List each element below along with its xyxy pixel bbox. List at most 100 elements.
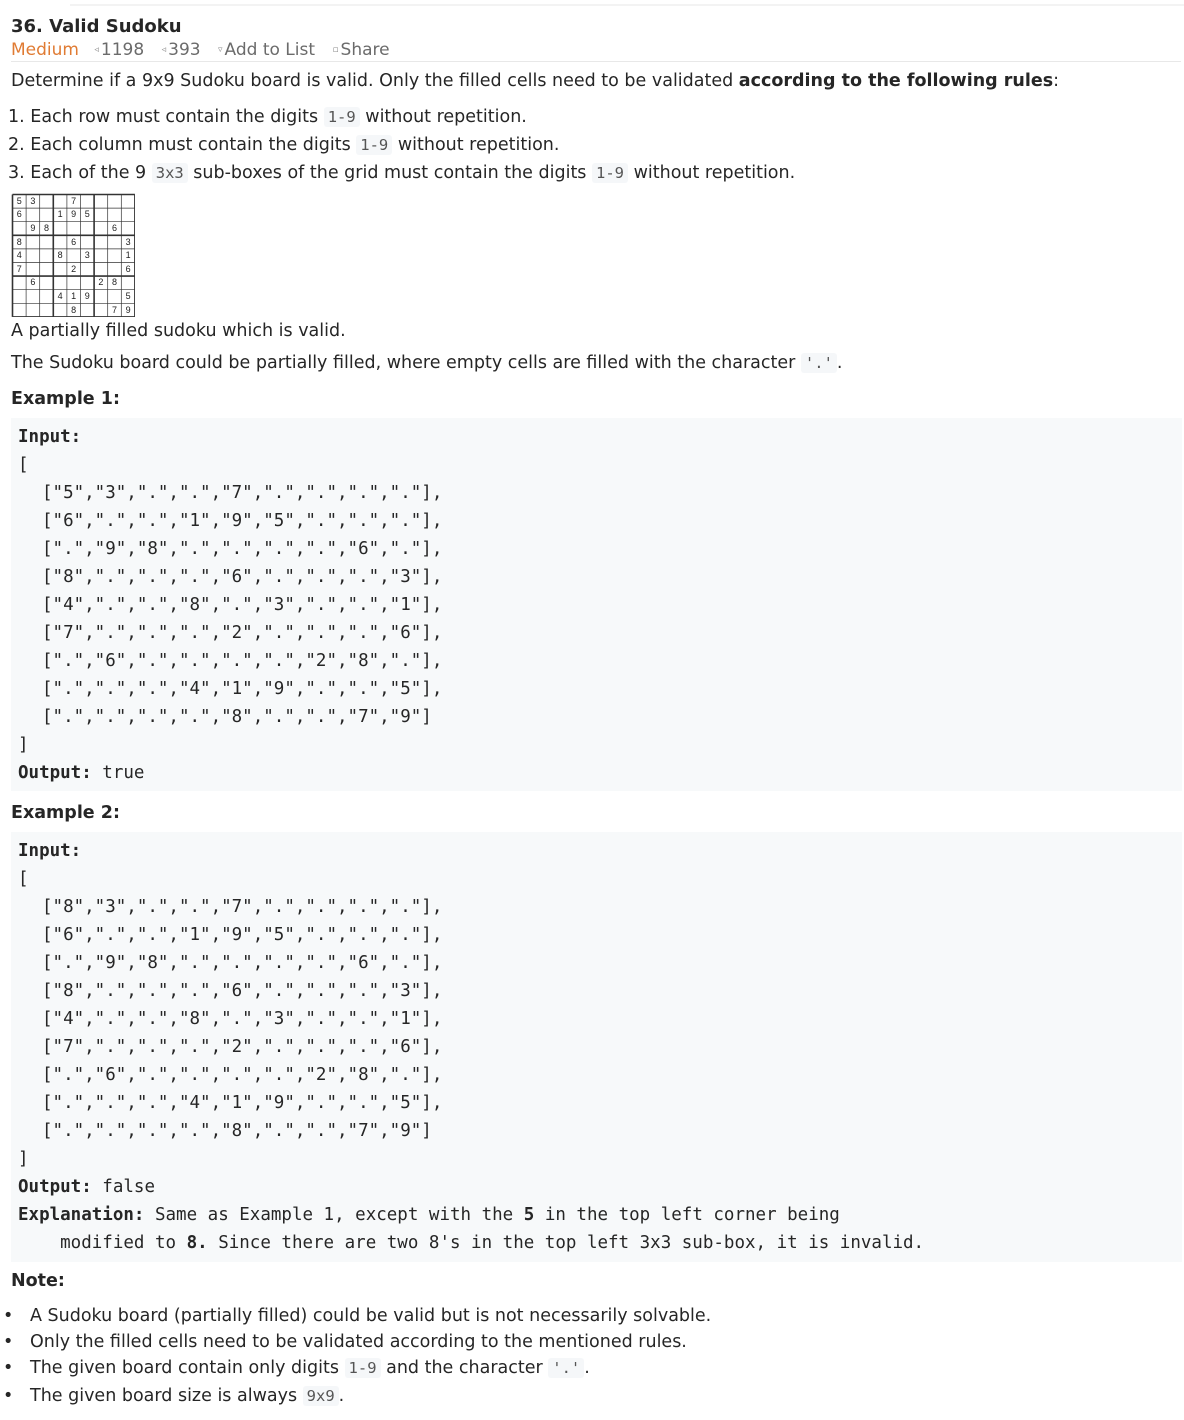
note-text: The given board size is always 9x9. — [30, 1382, 344, 1410]
input-label: Input: — [18, 427, 82, 447]
inline-code: '.' — [800, 353, 837, 373]
rule-text: without repetition. — [628, 163, 796, 183]
sudoku-cell: 1 — [125, 250, 131, 261]
sudoku-cell: 7 — [16, 263, 22, 274]
sudoku-board-image: 537619598686348317266284195879 — [11, 193, 135, 317]
inline-code: 1-9 — [344, 1358, 381, 1378]
intro-text: Determine if a 9x9 Sudoku board is valid… — [11, 71, 739, 91]
rule-1: 1. Each row must contain the digits 1-9 … — [8, 103, 795, 131]
explanation-text: Same as Example 1, except with the — [144, 1205, 524, 1225]
sudoku-cell: 6 — [30, 277, 36, 288]
sudoku-cell: 4 — [16, 250, 22, 261]
open-bracket: [ — [18, 455, 29, 475]
share-button[interactable]: ▫ Share — [332, 39, 389, 61]
output-line: Output: true — [18, 759, 144, 787]
note-text: Only the filled cells need to be validat… — [30, 1332, 687, 1352]
board-row-line: ["8",".",".",".","6",".",".",".","3"], — [42, 567, 443, 587]
sudoku-cell: 8 — [71, 304, 77, 315]
sudoku-cell: 9 — [71, 209, 77, 220]
sudoku-cell: 5 — [125, 291, 131, 301]
output-line: Output: false — [18, 1173, 155, 1201]
board-row-line: ["6",".",".","1","9","5",".",".","."], — [42, 511, 443, 531]
input-label-line: Input: — [18, 837, 81, 865]
output-value: false — [91, 1177, 155, 1197]
explanation-label: Explanation: — [18, 1205, 145, 1225]
board-row-line: [".",".",".","4","1","9",".",".","5"], — [42, 1093, 443, 1113]
intro-bold: according to the following rules — [738, 71, 1054, 91]
board-row-line: [".","9","8",".",".",".",".","6","."], — [42, 953, 443, 973]
sudoku-cell: 1 — [57, 209, 63, 220]
sudoku-cell: 3 — [84, 250, 90, 261]
output-label: Output: — [18, 763, 92, 783]
rule-text: without repetition. — [392, 135, 560, 155]
board-row-line: [".",".",".","4","1","9",".",".","5"], — [42, 679, 443, 699]
sudoku-cell: 2 — [71, 263, 77, 274]
explanation-line-2: modified to 8. Since there are two 8's i… — [18, 1229, 924, 1257]
inline-code: 1-9 — [592, 163, 628, 183]
output-label: Output: — [18, 1177, 92, 1197]
rule-text: without repetition. — [359, 107, 527, 127]
sudoku-cell: 4 — [57, 291, 63, 301]
note-text-part: The given board size is always — [30, 1386, 303, 1406]
sudoku-cell: 8 — [57, 250, 63, 261]
board-row-line: [".",".",".",".","8",".",".","7","9"] — [42, 1121, 432, 1141]
sudoku-cell: 6 — [16, 209, 22, 220]
explanation-text: Since there are two 8's in the top left … — [207, 1233, 925, 1253]
sudoku-cell: 3 — [30, 195, 36, 206]
bullet-icon: • — [3, 1386, 14, 1406]
sudoku-cell: 9 — [30, 223, 36, 233]
output-value: true — [91, 763, 145, 783]
sudoku-cell: 2 — [98, 277, 104, 288]
note-text-part: The given board contain only digits — [30, 1358, 345, 1378]
partial-end: . — [836, 353, 843, 373]
inline-code: '.' — [548, 1358, 585, 1378]
inline-code: 1-9 — [323, 107, 360, 127]
sudoku-cell: 5 — [84, 209, 90, 220]
add-to-list-label: Add to List — [224, 40, 316, 60]
rule-text: 3. Each of the 9 — [8, 163, 152, 183]
difficulty-badge: Medium — [11, 40, 79, 60]
note-text-part: . — [584, 1358, 590, 1378]
note-text-part: . — [338, 1386, 345, 1406]
board-row-line: ["7",".",".",".","2",".",".",".","6"], — [42, 1037, 443, 1057]
explanation-text: in the top left corner being — [534, 1205, 840, 1225]
explanation-text: modified to — [18, 1233, 187, 1253]
example-1-code-block: Input: [ ["5","3",".",".","7",".",".",".… — [11, 418, 1182, 791]
close-bracket: ] — [18, 1149, 29, 1169]
problem-title: 36. Valid Sudoku — [11, 16, 182, 37]
board-row-line: [".","6",".",".",".",".","2","8","."], — [42, 1065, 443, 1085]
likes-count: 1198 — [100, 40, 145, 60]
board-row-line: ["4",".",".","8",".","3",".",".","1"], — [42, 595, 443, 615]
dislike-button[interactable]: ◃ 393 — [162, 39, 201, 61]
rule-text: 2. Each column must contain the digits — [8, 135, 357, 155]
board-row-line: [".",".",".",".","8",".",".","7","9"] — [42, 707, 432, 727]
sudoku-cell: 6 — [71, 236, 77, 247]
add-to-list-button[interactable]: ▿ Add to List — [218, 39, 315, 61]
rule-3: 3. Each of the 9 3x3 sub-boxes of the gr… — [8, 159, 795, 187]
board-row-line: ["5","3",".",".","7",".",".",".","."], — [42, 483, 443, 503]
share-icon: ▫ — [332, 45, 339, 55]
sudoku-cell: 3 — [125, 236, 131, 247]
close-bracket: ] — [18, 735, 29, 755]
image-caption: A partially filled sudoku which is valid… — [11, 321, 346, 341]
sudoku-cell: 7 — [71, 195, 77, 206]
sudoku-cell: 8 — [43, 223, 49, 233]
example-2-code-block: Input: [ ["8","3",".",".","7",".",".",".… — [11, 832, 1182, 1262]
rule-text: sub-boxes of the grid must contain the d… — [187, 163, 592, 183]
problem-intro: Determine if a 9x9 Sudoku board is valid… — [11, 69, 1059, 93]
rule-text: 1. Each row must contain the digits — [8, 107, 324, 127]
bullet-icon: • — [3, 1358, 14, 1378]
note-text-part: and the character — [380, 1358, 549, 1378]
sudoku-cell: 8 — [16, 236, 22, 247]
star-icon: ▿ — [217, 45, 223, 55]
inline-code: 9x9 — [302, 1386, 339, 1406]
sudoku-cell: 6 — [125, 263, 131, 274]
explanation-bold: 5 — [523, 1205, 535, 1225]
input-label: Input: — [18, 841, 82, 861]
input-label-line: Input: — [18, 423, 81, 451]
board-row-line: ["6",".",".","1","9","5",".",".","."], — [42, 925, 443, 945]
explanation-line-1: Explanation: Same as Example 1, except w… — [18, 1201, 840, 1229]
rule-2: 2. Each column must contain the digits 1… — [8, 131, 795, 159]
like-button[interactable]: ◃ 1198 — [94, 39, 144, 61]
board-row-line: ["8",".",".",".","6",".",".",".","3"], — [42, 981, 443, 1001]
